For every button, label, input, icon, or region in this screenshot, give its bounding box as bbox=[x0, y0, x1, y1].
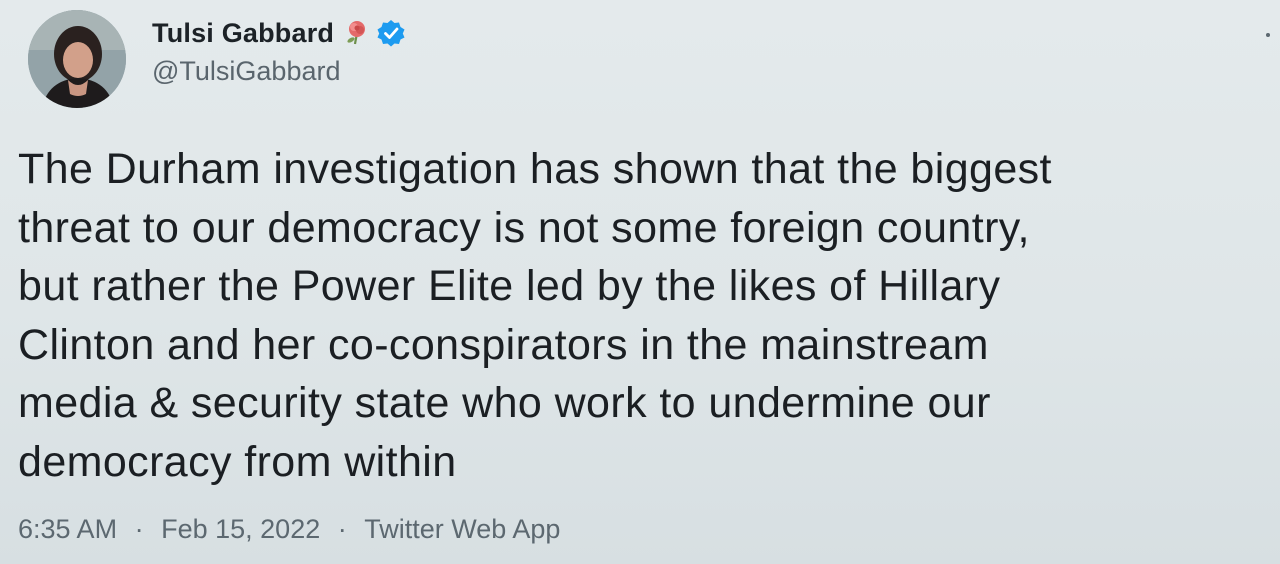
tweet-body: The Durham investigation has shown that … bbox=[18, 140, 1273, 491]
tweet-text-line: threat to our democracy is not some fore… bbox=[18, 203, 1030, 252]
avatar-photo bbox=[28, 10, 126, 108]
tweet-text-line: media & security state who work to under… bbox=[18, 379, 991, 427]
tweet-text-line: Clinton and her co-conspirators in the m… bbox=[18, 320, 989, 369]
author-handle[interactable]: @TulsiGabbard bbox=[152, 56, 341, 87]
meta-separator: · bbox=[337, 514, 347, 544]
tweet-text-line: but rather the Power Elite led by the li… bbox=[18, 262, 1001, 310]
verified-badge-icon bbox=[376, 18, 406, 48]
avatar[interactable] bbox=[28, 10, 126, 108]
tweet-card: Tulsi Gabbard @TulsiGabbard The Durham i… bbox=[0, 0, 1280, 564]
tweet-metadata: 6:35 AM · Feb 15, 2022 · Twitter Web App bbox=[18, 514, 560, 545]
tweet-date[interactable]: Feb 15, 2022 bbox=[161, 514, 320, 545]
display-name[interactable]: Tulsi Gabbard bbox=[152, 18, 334, 49]
rose-icon bbox=[342, 18, 372, 48]
tweet-source[interactable]: Twitter Web App bbox=[364, 514, 560, 545]
author-name-row[interactable]: Tulsi Gabbard bbox=[152, 16, 406, 50]
tweet-text-line: democracy from within bbox=[18, 437, 457, 486]
tweet-time[interactable]: 6:35 AM bbox=[18, 514, 117, 545]
more-options-icon[interactable] bbox=[1262, 20, 1278, 50]
tweet-text-line: The Durham investigation has shown that … bbox=[18, 145, 1052, 193]
meta-separator: · bbox=[134, 514, 144, 544]
